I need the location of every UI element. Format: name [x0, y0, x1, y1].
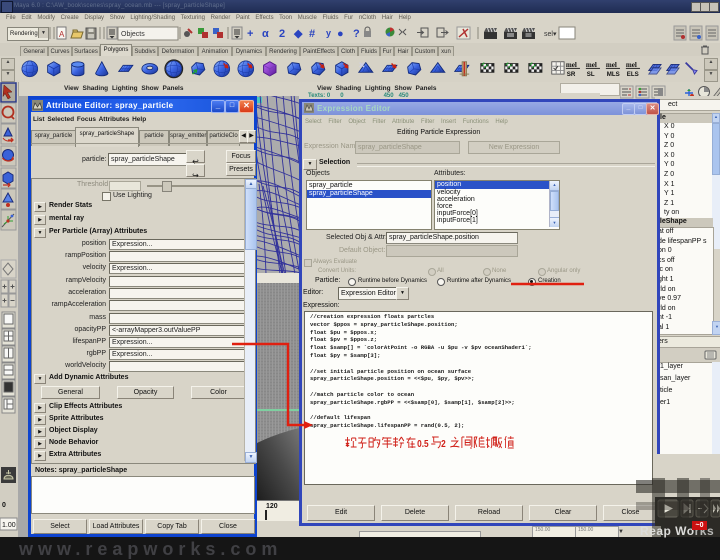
svg-text:mel: mel [626, 61, 637, 69]
svg-text:0.5: 0.5 [417, 438, 429, 449]
svg-text:mel: mel [606, 61, 617, 69]
svg-text:SL: SL [587, 71, 595, 78]
svg-text:0: 0 [2, 502, 6, 509]
svg-text:1.00: 1.00 [2, 522, 16, 529]
svg-text:MLS: MLS [607, 71, 620, 78]
svg-text:ELS: ELS [627, 71, 639, 78]
svg-text:mel: mel [566, 61, 577, 69]
svg-text:2: 2 [441, 438, 446, 449]
svg-text:SR: SR [567, 71, 576, 78]
svg-text:mel: mel [586, 61, 597, 69]
